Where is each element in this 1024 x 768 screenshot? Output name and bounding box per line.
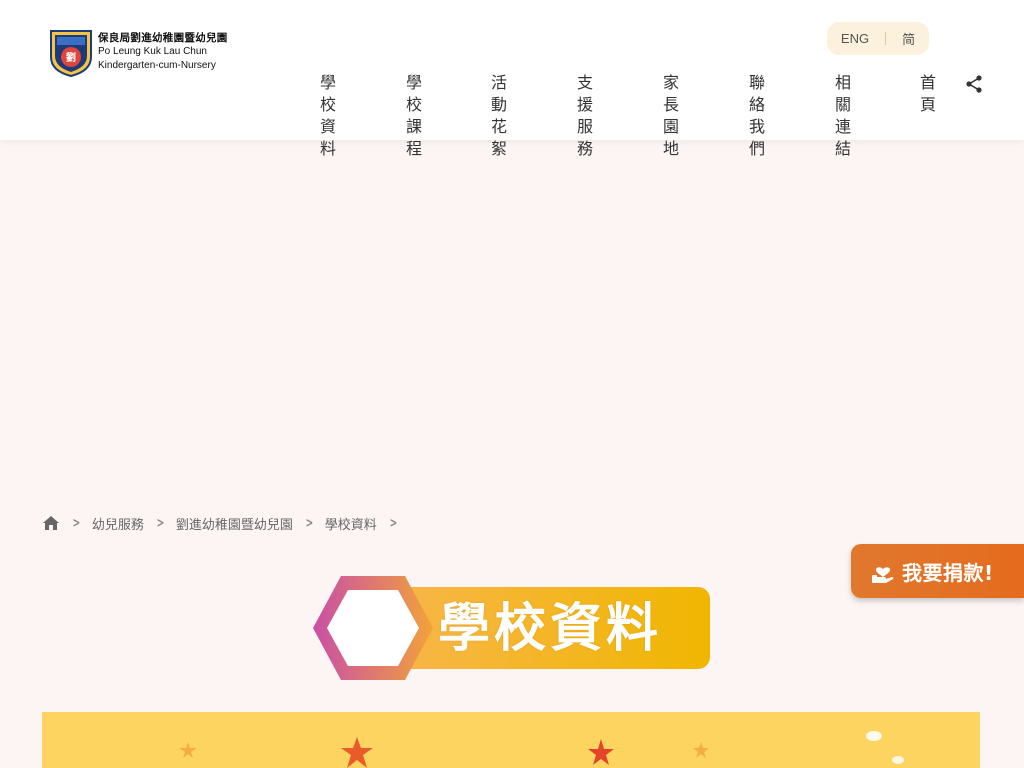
nav-label-line1: 學校資 — [320, 73, 337, 136]
nav-contact-us[interactable]: 聯絡我 們 — [749, 72, 765, 160]
nav-support-services[interactable]: 支援服 務 — [577, 72, 593, 160]
star-icon — [588, 739, 614, 765]
star-icon — [693, 742, 709, 758]
language-switcher: ENG 简 — [827, 22, 929, 55]
nav-label-line2: 結 — [835, 139, 852, 158]
shell-icon — [866, 731, 882, 741]
nav-activities[interactable]: 活動花 絮 — [491, 72, 507, 160]
nav-label-line2: 務 — [577, 139, 594, 158]
school-name: 保良局劉進幼稚園暨幼兒園 Po Leung Kuk Lau Chun Kinde… — [98, 31, 228, 73]
nav-label-line1: 學校課 — [406, 73, 423, 136]
nav-school-info[interactable]: 學校資 料 — [320, 72, 336, 160]
nav-home[interactable]: 首 頁 — [920, 72, 936, 116]
breadcrumb-item-child-services[interactable]: 幼兒服務 — [92, 514, 144, 533]
chevron-right-icon: > — [389, 515, 398, 531]
breadcrumb-item-kindergarten[interactable]: 劉進幼稚園暨幼兒園 — [176, 514, 293, 533]
shell-icon — [892, 756, 904, 764]
breadcrumb-item-school-info[interactable]: 學校資料 — [325, 514, 377, 533]
site-header: 劉 保良局劉進幼稚園暨幼兒園 Po Leung Kuk Lau Chun Kin… — [0, 0, 1024, 158]
star-icon — [179, 742, 197, 758]
school-name-en-line2: Kindergarten-cum-Nursery — [98, 60, 216, 71]
school-logo[interactable]: 劉 — [48, 27, 94, 77]
nav-label-line1: 首 — [920, 73, 937, 92]
school-name-en-line1: Po Leung Kuk Lau Chun — [98, 46, 207, 57]
share-icon[interactable] — [964, 74, 984, 94]
nav-label-line2: 們 — [749, 139, 766, 158]
nav-label-line1: 相關連 — [835, 73, 852, 136]
donate-label: 我要捐款! — [902, 560, 994, 585]
donate-button[interactable]: 我要捐款! — [851, 544, 1024, 598]
page-title: 學校資料 — [438, 599, 663, 659]
home-icon[interactable] — [42, 515, 60, 531]
chevron-right-icon: > — [305, 515, 314, 531]
breadcrumb: > 幼兒服務 > 劉進幼稚園暨幼兒園 > 學校資料 > — [42, 513, 409, 533]
lang-simplified-link[interactable]: 简 — [902, 29, 915, 48]
school-name-zh: 保良局劉進幼稚園暨幼兒園 — [98, 32, 228, 44]
nav-label-line2: 料 — [320, 139, 337, 158]
banner-illustration — [179, 731, 904, 768]
svg-text:劉: 劉 — [66, 51, 76, 64]
lang-eng-link[interactable]: ENG — [841, 31, 869, 46]
nav-label-line2: 絮 — [491, 139, 508, 158]
nav-label-line1: 活動花 — [491, 73, 508, 136]
lang-separator — [885, 32, 887, 45]
nav-label-line2: 地 — [663, 139, 680, 158]
nav-label-line2: 程 — [406, 139, 423, 158]
chevron-right-icon: > — [156, 515, 165, 531]
nav-label-line2: 頁 — [920, 95, 937, 114]
nav-parents-corner[interactable]: 家長園 地 — [663, 72, 679, 160]
nav-related-links[interactable]: 相關連 結 — [835, 72, 851, 160]
school-hero-banner — [42, 712, 980, 768]
star-icon — [341, 737, 373, 768]
nav-school-curriculum[interactable]: 學校課 程 — [406, 72, 422, 160]
nav-label-line1: 家長園 — [663, 73, 680, 136]
nav-label-line1: 聯絡我 — [749, 73, 766, 136]
nav-label-line1: 支援服 — [577, 73, 594, 136]
donate-hand-heart-icon — [872, 567, 894, 583]
chevron-right-icon: > — [72, 515, 81, 531]
